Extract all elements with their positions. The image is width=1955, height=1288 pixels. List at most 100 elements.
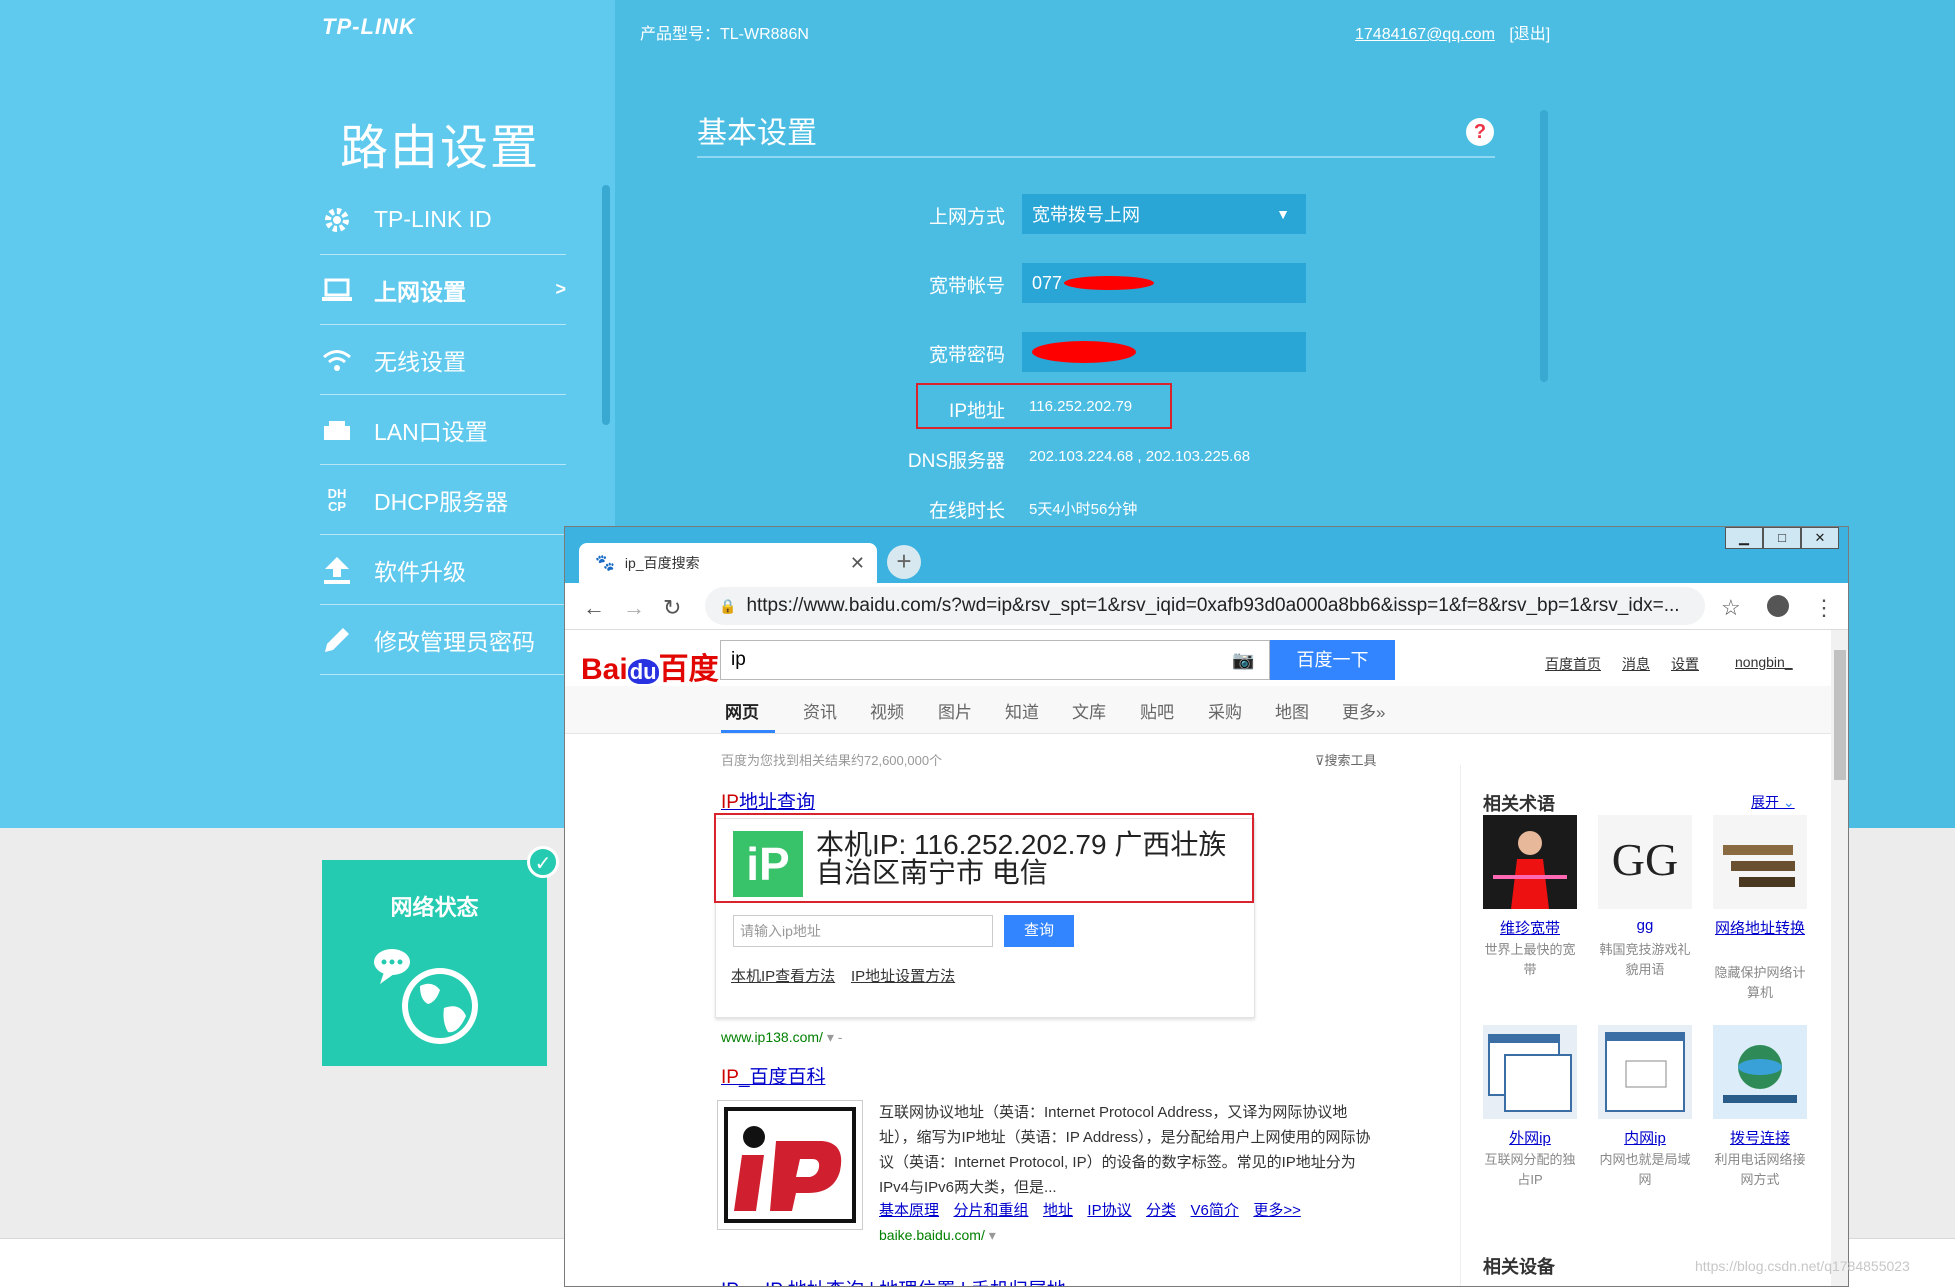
- related-thumb-gg[interactable]: GG: [1598, 815, 1692, 909]
- expand-link[interactable]: 展开 ⌄: [1751, 792, 1795, 812]
- help-icon[interactable]: ?: [1466, 118, 1494, 146]
- laptop-icon: [320, 273, 354, 307]
- camera-icon[interactable]: 📷: [1232, 650, 1254, 671]
- related-name[interactable]: 拨号连接: [1710, 1127, 1810, 1148]
- sidebar-scrollbar[interactable]: [602, 185, 610, 425]
- related-terms-title: 相关术语: [1483, 794, 1555, 814]
- page-scrollbar[interactable]: [1831, 630, 1848, 1286]
- minimize-button[interactable]: ▁: [1725, 527, 1763, 549]
- related-thumb-nat[interactable]: [1713, 815, 1807, 909]
- tab-video[interactable]: 视频: [870, 698, 904, 723]
- tab-news[interactable]: 资讯: [803, 698, 837, 723]
- chevron-right-icon: >: [555, 279, 566, 299]
- search-tools-link[interactable]: ⊽搜索工具: [1315, 750, 1377, 769]
- tab-images[interactable]: 图片: [938, 698, 972, 723]
- tab-wenku[interactable]: 文库: [1072, 698, 1106, 723]
- broadband-password-field[interactable]: [1022, 332, 1306, 372]
- uptime-label: 在线时长: [928, 501, 1005, 522]
- tab-more[interactable]: 更多»: [1342, 698, 1385, 723]
- baike-url[interactable]: baike.baidu.com/ ▾: [879, 1227, 996, 1244]
- baike-link[interactable]: 分片和重组: [953, 1202, 1028, 1219]
- result-title-ip-lookup[interactable]: IP地址查询: [721, 787, 815, 814]
- sidebar-item-internet[interactable]: 上网设置 >: [320, 255, 566, 325]
- redaction-mark: [1064, 276, 1155, 290]
- baike-link[interactable]: 分类: [1146, 1202, 1176, 1219]
- mode-select[interactable]: 宽带拨号上网 ▼: [1022, 194, 1306, 234]
- browser-tab[interactable]: 🐾 ip_百度搜索 ✕: [579, 543, 877, 583]
- sidebar-item-lan[interactable]: LAN口设置: [320, 395, 566, 465]
- logout-link[interactable]: [退出]: [1509, 26, 1550, 43]
- tab-tieba[interactable]: 贴吧: [1140, 698, 1174, 723]
- lock-icon: 🔒: [719, 597, 737, 614]
- close-tab-icon[interactable]: ✕: [850, 553, 865, 574]
- back-arrow-icon[interactable]: ←: [583, 595, 605, 621]
- browser-titlebar: 🐾 ip_百度搜索 ✕ + ▁ □ ✕: [565, 527, 1848, 583]
- ip-logo-image[interactable]: [717, 1100, 863, 1230]
- related-thumb-internal-ip[interactable]: [1598, 1025, 1692, 1119]
- tplink-logo: TP-LINK: [322, 14, 416, 39]
- baike-link[interactable]: V6简介: [1191, 1202, 1239, 1219]
- password-label: 宽带密码: [928, 345, 1005, 366]
- baike-snippet: 互联网协议地址（英语：Internet Protocol Address，又译为…: [879, 1104, 1371, 1196]
- related-thumb-dialup[interactable]: [1713, 1025, 1807, 1119]
- account-email-link[interactable]: 17484167@qq.com: [1355, 26, 1495, 43]
- baike-link[interactable]: 地址: [1043, 1202, 1073, 1219]
- sidebar-item-tplink-id[interactable]: TP-LINK ID: [320, 185, 566, 255]
- related-name[interactable]: 内网ip: [1595, 1127, 1695, 1148]
- related-name[interactable]: 网络地址转换: [1710, 917, 1810, 938]
- sidebar-item-admin-password[interactable]: 修改管理员密码: [320, 605, 566, 675]
- tab-map[interactable]: 地图: [1275, 698, 1309, 723]
- baidu-page: Baidu百度 ip 📷 百度一下 百度首页 消息 设置 nongbin_ 网页…: [565, 630, 1831, 1286]
- tab-purchase[interactable]: 采购: [1208, 698, 1242, 723]
- related-desc: 世界上最快的宽带: [1484, 942, 1576, 977]
- forward-arrow-icon[interactable]: →: [623, 595, 645, 621]
- baike-link[interactable]: IP协议: [1087, 1202, 1131, 1219]
- baidu-paw-icon: 🐾: [595, 555, 615, 572]
- settings-link[interactable]: 设置: [1671, 654, 1699, 674]
- baidu-logo[interactable]: Baidu百度: [581, 644, 719, 688]
- new-tab-button[interactable]: +: [887, 545, 921, 579]
- related-name[interactable]: 外网ip: [1480, 1127, 1580, 1148]
- search-input[interactable]: ip: [720, 640, 1270, 680]
- sidebar-item-label: 无线设置: [374, 348, 466, 375]
- result-url[interactable]: www.ip138.com/ ▾ -: [721, 1029, 842, 1046]
- messages-link[interactable]: 消息: [1622, 654, 1650, 674]
- browser-toolbar: ← → ↻ 🔒 https://www.baidu.com/s?wd=ip&rs…: [565, 583, 1848, 630]
- related-name[interactable]: gg: [1595, 917, 1695, 934]
- result-title-partial[interactable]: IP ... IP 地址查询 | 地理位置 | 手机归属地: [721, 1275, 1066, 1286]
- related-thumb-external-ip[interactable]: [1483, 1025, 1577, 1119]
- baike-link[interactable]: 更多>>: [1253, 1202, 1301, 1219]
- reload-icon[interactable]: ↻: [663, 595, 681, 621]
- broadband-account-field[interactable]: 077: [1022, 263, 1306, 303]
- sidebar-item-wireless[interactable]: 无线设置: [320, 325, 566, 395]
- result-title-baike[interactable]: IP_百度百科: [721, 1062, 826, 1089]
- section-title: 基本设置: [697, 117, 817, 150]
- baidu-home-link[interactable]: 百度首页: [1545, 654, 1601, 674]
- profile-avatar-icon[interactable]: [1767, 595, 1789, 617]
- maximize-button[interactable]: □: [1763, 527, 1801, 549]
- star-icon[interactable]: ☆: [1721, 595, 1741, 621]
- related-thumb-virgin[interactable]: [1483, 815, 1577, 909]
- sidebar-item-upgrade[interactable]: 软件升级: [320, 535, 566, 605]
- ip-settings-howto-link[interactable]: IP地址设置方法: [851, 965, 955, 986]
- sidebar-item-label: 软件升级: [374, 558, 466, 585]
- tab-web[interactable]: 网页: [725, 698, 759, 723]
- baike-link[interactable]: 基本原理: [879, 1202, 939, 1219]
- menu-dots-icon[interactable]: ⋮: [1813, 595, 1835, 621]
- ip-label: IP地址: [949, 401, 1005, 422]
- tab-zhidao[interactable]: 知道: [1005, 698, 1039, 723]
- sidebar-item-dhcp[interactable]: DH CP DHCP服务器: [320, 465, 566, 535]
- ip-query-button[interactable]: 查询: [1004, 915, 1074, 947]
- address-bar[interactable]: 🔒 https://www.baidu.com/s?wd=ip&rsv_spt=…: [705, 587, 1705, 625]
- mode-select-value: 宽带拨号上网: [1032, 205, 1140, 225]
- local-ip-howto-link[interactable]: 本机IP查看方法: [731, 965, 835, 986]
- ip-query-input[interactable]: 请输入ip地址: [733, 915, 993, 947]
- related-name[interactable]: 维珍宽带: [1480, 917, 1580, 938]
- ip-value: 116.252.202.79: [1029, 398, 1133, 415]
- related-desc: 利用电话网络接网方式: [1714, 1152, 1806, 1187]
- network-status-card[interactable]: 网络状态: [322, 860, 547, 1066]
- close-window-button[interactable]: ✕: [1801, 527, 1839, 549]
- user-link[interactable]: nongbin_: [1735, 654, 1793, 670]
- main-scrollbar[interactable]: [1540, 110, 1548, 382]
- search-button[interactable]: 百度一下: [1270, 640, 1395, 680]
